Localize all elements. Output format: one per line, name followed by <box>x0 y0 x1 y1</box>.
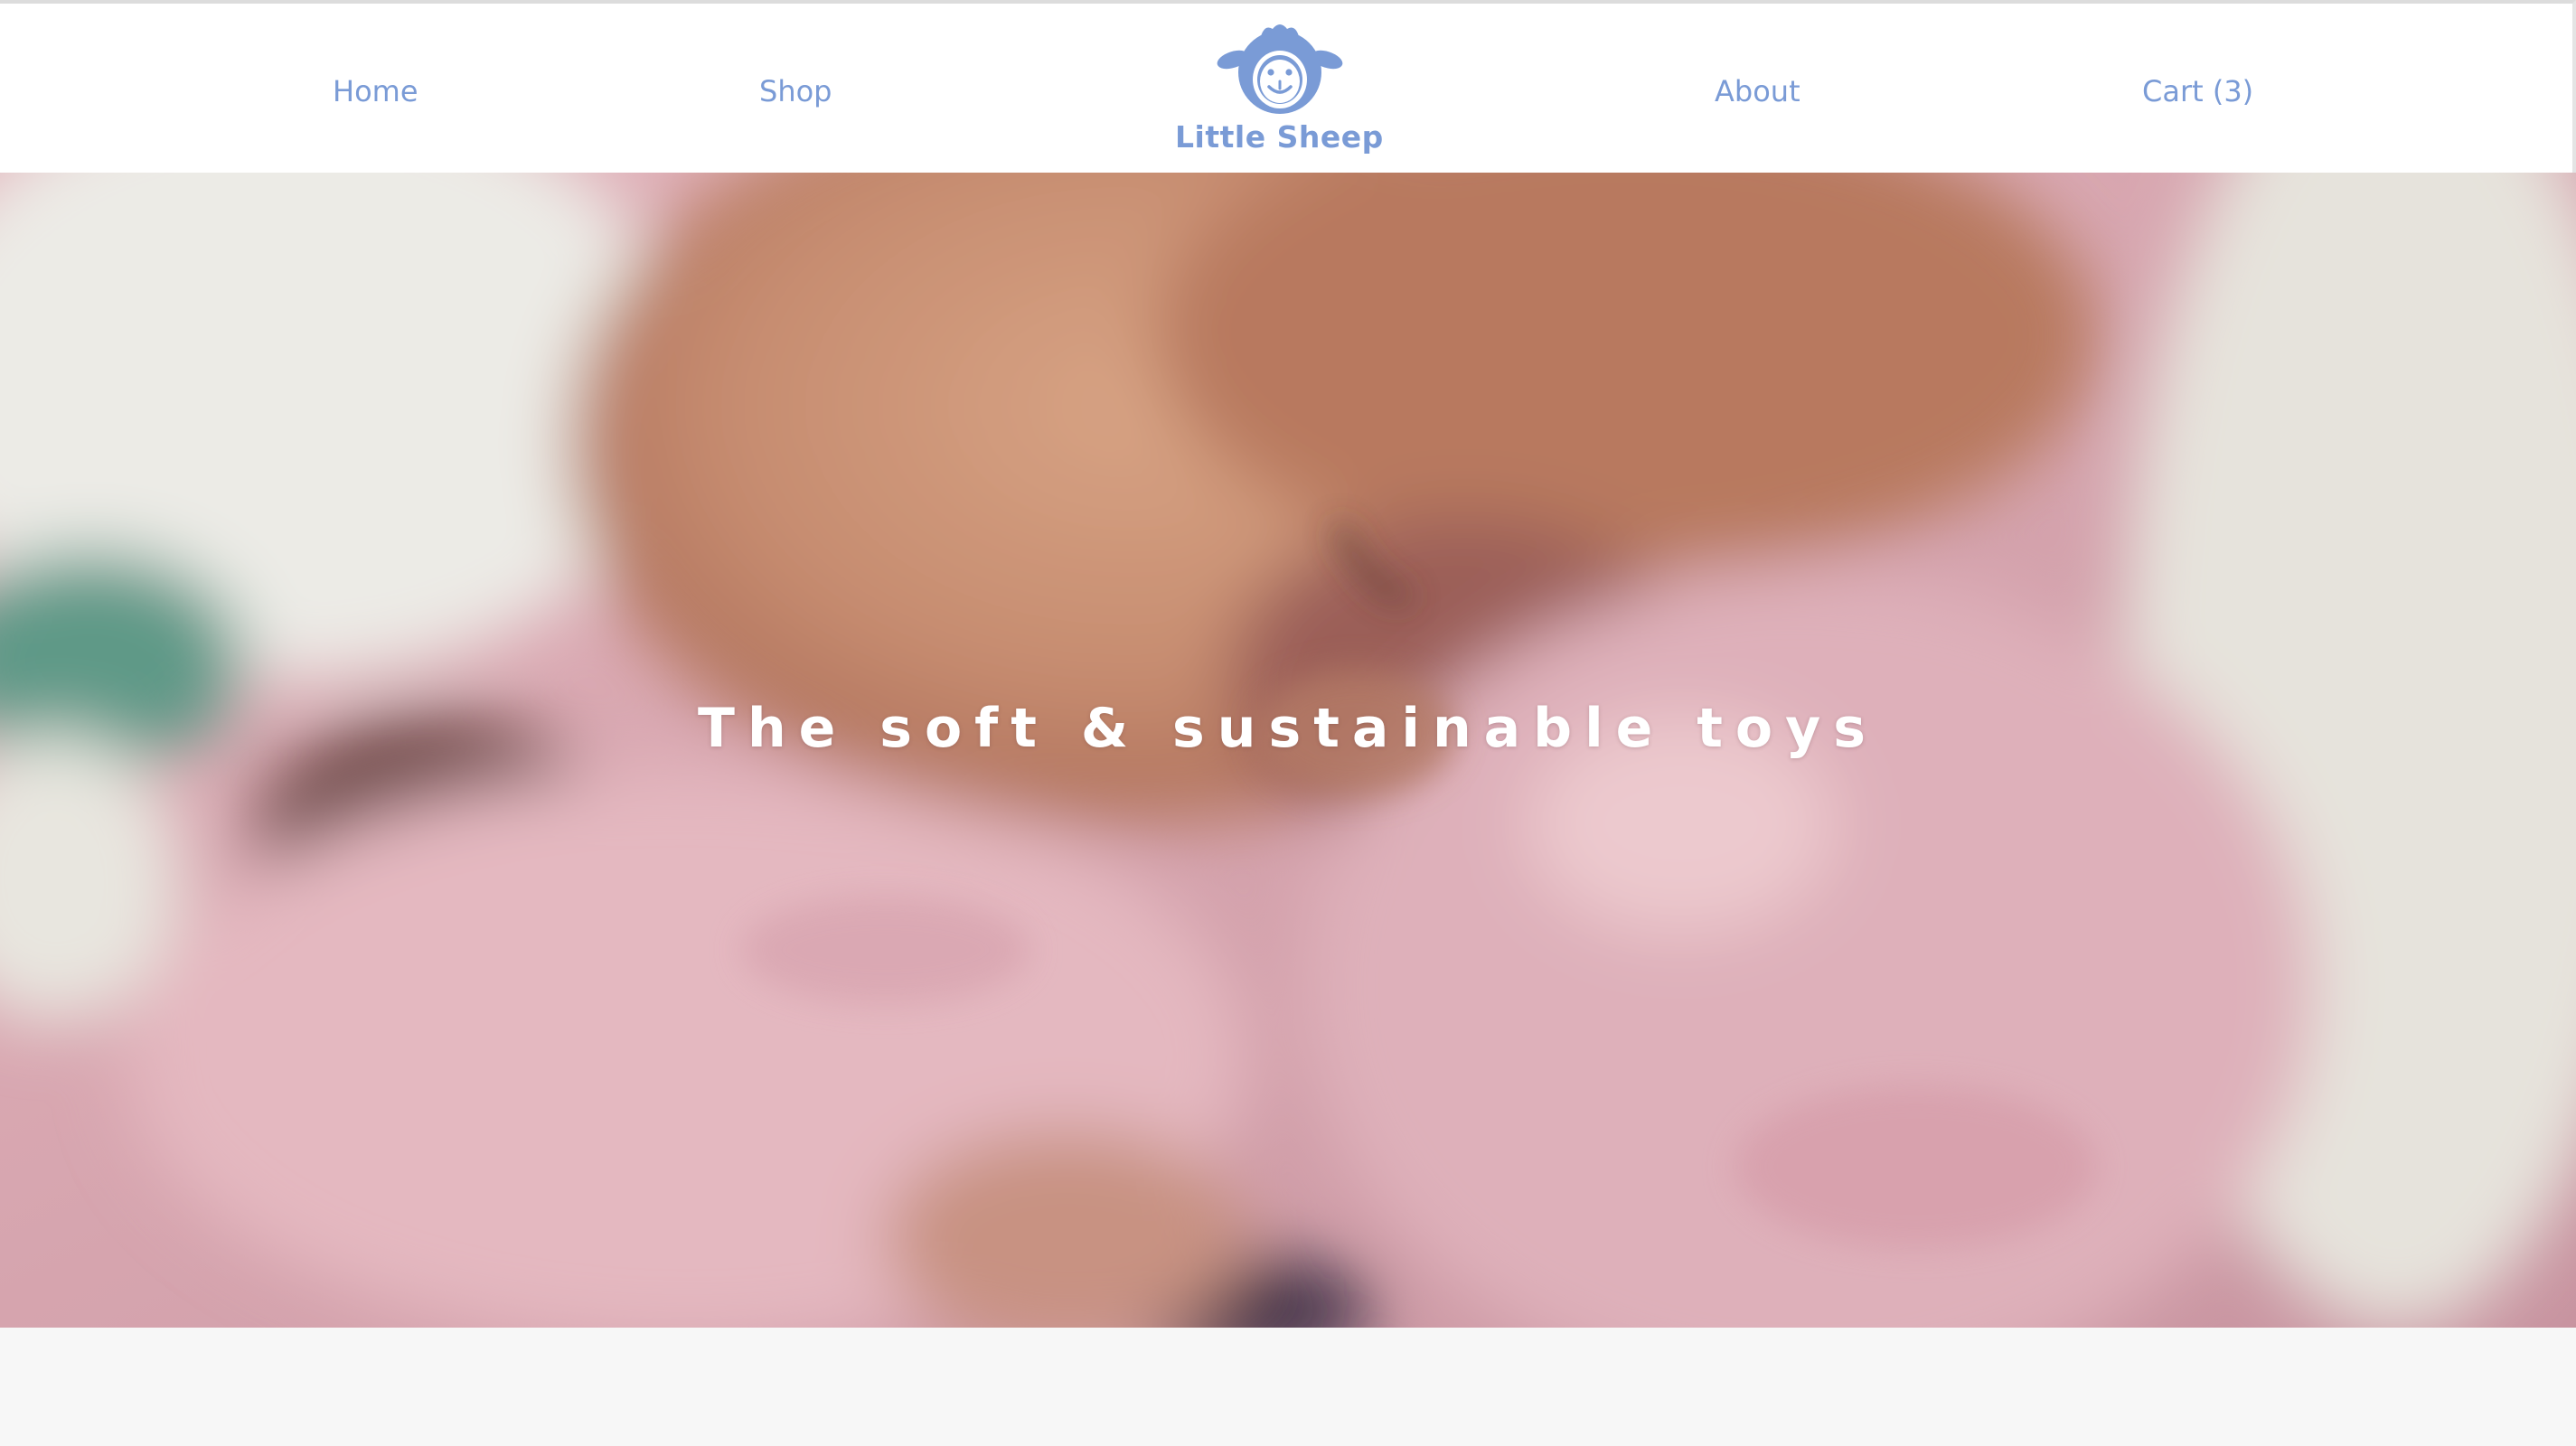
nav-home-link[interactable]: Home <box>333 69 418 114</box>
site-header: Home Shop Little Sheep About Cart (3) <box>0 0 2576 173</box>
nav-about-link[interactable]: About <box>1715 69 1800 114</box>
page: Home Shop Little Sheep About Cart (3) Th… <box>0 0 2576 1446</box>
nav-cart-link[interactable]: Cart (3) <box>2142 69 2253 114</box>
content-area <box>0 1328 2576 1446</box>
nav-shop-link[interactable]: Shop <box>759 69 832 114</box>
sheep-face-icon <box>1217 24 1343 114</box>
hero-banner: The soft & sustainable toys <box>0 173 2576 1328</box>
hero-title: The soft & sustainable toys <box>698 697 1878 760</box>
brand-logo-link[interactable]: Little Sheep <box>1175 20 1383 166</box>
brand-name: Little Sheep <box>1175 119 1384 155</box>
